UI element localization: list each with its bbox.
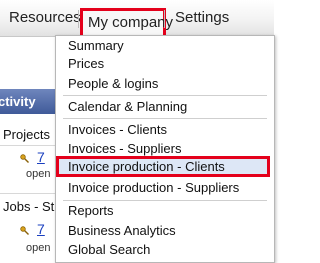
key-icon xyxy=(20,226,29,235)
nav-resources[interactable]: Resources xyxy=(9,0,81,36)
nav-divider xyxy=(164,10,165,28)
menu-item-reports[interactable]: Reports xyxy=(56,201,272,221)
menu-item-summary[interactable]: Summary xyxy=(56,36,272,56)
menu-item-invoice-production-clients[interactable]: Invoice production - Clients xyxy=(56,156,270,177)
divider xyxy=(0,145,56,146)
nav-divider xyxy=(78,10,79,28)
top-nav-bar: Resources My company Settings xyxy=(0,0,274,38)
menu-item-prices[interactable]: Prices xyxy=(56,54,272,74)
menu-item-global-search[interactable]: Global Search xyxy=(56,240,272,260)
menu-divider xyxy=(63,95,267,96)
job-status: open xyxy=(26,242,51,254)
menu-item-invoice-production-suppliers[interactable]: Invoice production - Suppliers xyxy=(56,178,272,198)
projects-label: Projects xyxy=(3,127,50,142)
activity-label: ctivity xyxy=(0,94,36,109)
activity-panel-header: ctivity xyxy=(0,89,58,114)
key-icon xyxy=(20,154,29,163)
project-count-link[interactable]: 7 xyxy=(37,149,45,165)
nav-settings[interactable]: Settings xyxy=(175,0,229,36)
menu-item-people-logins[interactable]: People & logins xyxy=(56,74,272,94)
jobs-label: Jobs - St xyxy=(3,199,55,214)
my-company-dropdown: Summary Prices People & logins Calendar … xyxy=(55,35,275,263)
menu-divider xyxy=(63,118,267,119)
menu-item-invoices-clients[interactable]: Invoices - Clients xyxy=(56,120,272,140)
project-status: open xyxy=(26,168,51,180)
job-count-link[interactable]: 7 xyxy=(37,221,45,237)
nav-my-company[interactable]: My company xyxy=(80,8,173,38)
menu-item-business-analytics[interactable]: Business Analytics xyxy=(56,221,272,241)
menu-item-calendar-planning[interactable]: Calendar & Planning xyxy=(56,97,272,117)
divider xyxy=(0,193,56,194)
